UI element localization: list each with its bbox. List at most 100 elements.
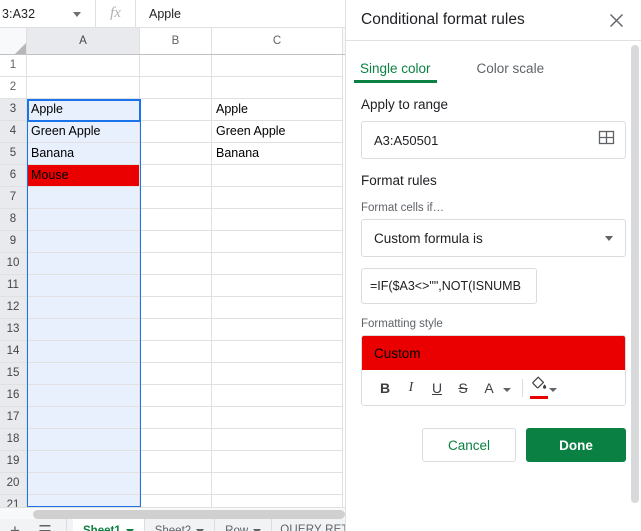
horizontal-scrollbar-thumb[interactable] bbox=[33, 510, 345, 519]
cell-B13[interactable] bbox=[140, 319, 212, 341]
cell-A12[interactable] bbox=[27, 297, 140, 319]
cell-A16[interactable] bbox=[27, 385, 140, 407]
strikethrough-button[interactable]: S bbox=[450, 375, 476, 401]
cell-A15[interactable] bbox=[27, 363, 140, 385]
cell-B7[interactable] bbox=[140, 187, 212, 209]
row-header-14[interactable]: 14 bbox=[0, 341, 27, 363]
cell-C9[interactable] bbox=[212, 231, 343, 253]
cell-C7[interactable] bbox=[212, 187, 343, 209]
cell-C17[interactable] bbox=[212, 407, 343, 429]
cell-C21[interactable] bbox=[212, 495, 343, 507]
panel-scrollbar[interactable] bbox=[631, 45, 639, 503]
row-header-12[interactable]: 12 bbox=[0, 297, 27, 319]
cell-A3[interactable]: Apple bbox=[27, 99, 140, 121]
plus-icon[interactable]: + bbox=[0, 519, 30, 531]
column-header-b[interactable]: B bbox=[140, 28, 212, 54]
name-box[interactable]: 3:A32 bbox=[0, 0, 96, 27]
row-header-4[interactable]: 4 bbox=[0, 121, 27, 143]
cell-B2[interactable] bbox=[140, 77, 212, 99]
row-header-9[interactable]: 9 bbox=[0, 231, 27, 253]
sheet-tab-row[interactable]: Row bbox=[215, 519, 273, 531]
row-header-5[interactable]: 5 bbox=[0, 143, 27, 165]
cell-A4[interactable]: Green Apple bbox=[27, 121, 140, 143]
cell-A5[interactable]: Banana bbox=[27, 143, 140, 165]
cell-B9[interactable] bbox=[140, 231, 212, 253]
row-header-3[interactable]: 3 bbox=[0, 99, 27, 121]
horizontal-scrollbar[interactable] bbox=[0, 507, 345, 519]
cell-B4[interactable] bbox=[140, 121, 212, 143]
cell-C16[interactable] bbox=[212, 385, 343, 407]
cell-B5[interactable] bbox=[140, 143, 212, 165]
cell-C1[interactable] bbox=[212, 55, 343, 77]
row-header-21[interactable]: 21 bbox=[0, 495, 27, 507]
row-header-17[interactable]: 17 bbox=[0, 407, 27, 429]
cell-A14[interactable] bbox=[27, 341, 140, 363]
cell-A19[interactable] bbox=[27, 451, 140, 473]
cell-B14[interactable] bbox=[140, 341, 212, 363]
cell-A6[interactable]: Mouse bbox=[27, 165, 140, 187]
fill-color-button[interactable] bbox=[530, 376, 548, 399]
grid-select-icon[interactable] bbox=[598, 129, 615, 151]
row-header-18[interactable]: 18 bbox=[0, 429, 27, 451]
cell-C2[interactable] bbox=[212, 77, 343, 99]
cell-B16[interactable] bbox=[140, 385, 212, 407]
cell-B15[interactable] bbox=[140, 363, 212, 385]
cell-A11[interactable] bbox=[27, 275, 140, 297]
chevron-down-icon[interactable] bbox=[73, 12, 81, 17]
row-header-6[interactable]: 6 bbox=[0, 165, 27, 187]
cell-C14[interactable] bbox=[212, 341, 343, 363]
column-header-c[interactable]: C bbox=[212, 28, 343, 54]
cancel-button[interactable]: Cancel bbox=[422, 428, 516, 462]
condition-type-select[interactable]: Custom formula is bbox=[361, 219, 626, 257]
cell-C18[interactable] bbox=[212, 429, 343, 451]
chevron-down-icon[interactable] bbox=[605, 235, 613, 241]
cell-A13[interactable] bbox=[27, 319, 140, 341]
sheet-tab-sheet2[interactable]: Sheet2 bbox=[144, 519, 216, 531]
row-header-2[interactable]: 2 bbox=[0, 77, 27, 99]
cell-C6[interactable] bbox=[212, 165, 343, 187]
cell-A10[interactable] bbox=[27, 253, 140, 275]
bold-button[interactable]: B bbox=[372, 375, 398, 401]
cell-C12[interactable] bbox=[212, 297, 343, 319]
cell-C20[interactable] bbox=[212, 473, 343, 495]
cell-A2[interactable] bbox=[27, 77, 140, 99]
cell-B11[interactable] bbox=[140, 275, 212, 297]
cell-A21[interactable] bbox=[27, 495, 140, 507]
row-header-16[interactable]: 16 bbox=[0, 385, 27, 407]
chevron-down-icon[interactable] bbox=[549, 388, 557, 392]
formula-bar-input[interactable]: Apple bbox=[136, 7, 181, 21]
close-icon[interactable] bbox=[604, 8, 628, 32]
row-header-19[interactable]: 19 bbox=[0, 451, 27, 473]
cell-A7[interactable] bbox=[27, 187, 140, 209]
cell-A20[interactable] bbox=[27, 473, 140, 495]
row-header-1[interactable]: 1 bbox=[0, 55, 27, 77]
row-header-7[interactable]: 7 bbox=[0, 187, 27, 209]
text-color-button[interactable]: A bbox=[476, 375, 502, 401]
cell-B6[interactable] bbox=[140, 165, 212, 187]
row-header-13[interactable]: 13 bbox=[0, 319, 27, 341]
done-button[interactable]: Done bbox=[526, 428, 626, 462]
chevron-down-icon[interactable] bbox=[503, 388, 511, 392]
select-all-corner[interactable] bbox=[0, 28, 27, 54]
cell-B10[interactable] bbox=[140, 253, 212, 275]
cell-C13[interactable] bbox=[212, 319, 343, 341]
cell-B21[interactable] bbox=[140, 495, 212, 507]
custom-formula-input[interactable]: =IF($A3<>"",NOT(ISNUMB bbox=[361, 268, 537, 304]
cell-C4[interactable]: Green Apple bbox=[212, 121, 343, 143]
cell-C3[interactable]: Apple bbox=[212, 99, 343, 121]
sheet-tab-sheet1[interactable]: Sheet1 bbox=[73, 519, 145, 531]
cell-C8[interactable] bbox=[212, 209, 343, 231]
cell-A1[interactable] bbox=[27, 55, 140, 77]
cell-C11[interactable] bbox=[212, 275, 343, 297]
row-header-20[interactable]: 20 bbox=[0, 473, 27, 495]
apply-to-range-input[interactable]: A3:A50501 bbox=[361, 121, 626, 159]
cell-B1[interactable] bbox=[140, 55, 212, 77]
cell-C15[interactable] bbox=[212, 363, 343, 385]
cell-A17[interactable] bbox=[27, 407, 140, 429]
underline-button[interactable]: U bbox=[424, 375, 450, 401]
cell-B12[interactable] bbox=[140, 297, 212, 319]
cell-B17[interactable] bbox=[140, 407, 212, 429]
row-header-8[interactable]: 8 bbox=[0, 209, 27, 231]
column-header-a[interactable]: A bbox=[27, 28, 140, 54]
italic-button[interactable]: I bbox=[398, 375, 424, 401]
